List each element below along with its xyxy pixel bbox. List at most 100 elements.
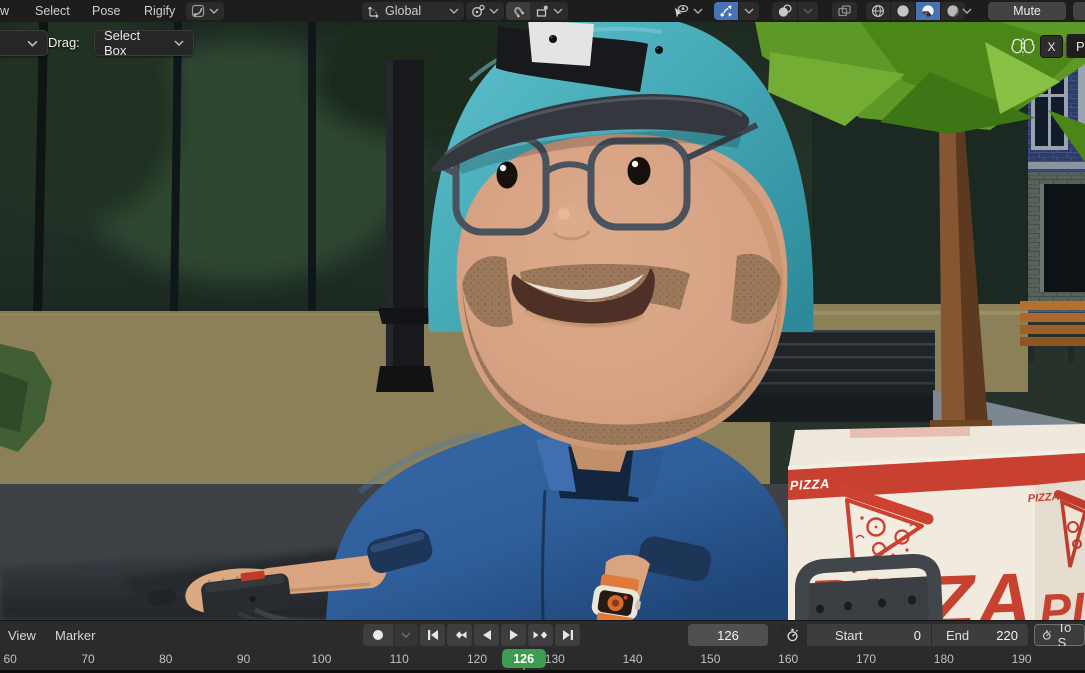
ruler-tick: 180 bbox=[934, 652, 954, 666]
start-label: Start bbox=[835, 628, 862, 643]
viewport-header: w Select Pose Rigify Global bbox=[0, 0, 1085, 22]
orientation-value: Global bbox=[385, 4, 421, 18]
auto-keying-group bbox=[363, 624, 418, 646]
clipped-tos-wrap: To S bbox=[1034, 624, 1085, 646]
show-gizmo-toggle[interactable] bbox=[714, 2, 738, 20]
overlays-group bbox=[772, 2, 818, 20]
mirror-butterfly-icon bbox=[1010, 36, 1036, 58]
frame-range-group: Start 0 End 220 bbox=[778, 624, 1028, 646]
chevron-down-icon bbox=[449, 8, 459, 14]
active-tool-dropdown-clipped[interactable] bbox=[0, 30, 48, 56]
previous-keyframe-button[interactable] bbox=[447, 624, 472, 646]
snap-target-icon bbox=[535, 4, 549, 18]
ruler-tick: 90 bbox=[237, 652, 250, 666]
gizmo-group bbox=[714, 2, 759, 20]
clipped-panel-tab[interactable]: Po bbox=[1066, 34, 1085, 58]
chevron-down-icon bbox=[27, 40, 38, 47]
chevron-down-icon bbox=[209, 8, 219, 14]
play-button[interactable] bbox=[501, 624, 526, 646]
timeline-menu-view[interactable]: View bbox=[8, 624, 36, 646]
timeline-ruler[interactable]: 60708090100110120130140150160170180190 1… bbox=[0, 648, 1085, 673]
chevron-down-icon bbox=[174, 40, 184, 46]
auto-keying-record-button[interactable] bbox=[363, 624, 393, 646]
select-box-value: Select Box bbox=[104, 28, 166, 58]
start-value: 0 bbox=[914, 628, 921, 643]
mute-button[interactable]: Mute bbox=[988, 2, 1066, 20]
jump-to-start-button[interactable] bbox=[420, 624, 445, 646]
clipped-tos-button[interactable]: To S bbox=[1034, 624, 1085, 646]
ruler-tick: 80 bbox=[159, 652, 172, 666]
chevron-down-icon bbox=[744, 8, 754, 14]
pizza-brand-stripe: PIZZA bbox=[789, 476, 830, 493]
record-circle-icon bbox=[372, 629, 384, 641]
ruler-tick: 100 bbox=[311, 652, 331, 666]
playhead-current-frame[interactable]: 126 bbox=[502, 649, 546, 668]
menu-select[interactable]: Select bbox=[33, 2, 72, 20]
snap-toggle[interactable] bbox=[506, 2, 530, 20]
menu-rigify[interactable]: Rigify bbox=[142, 2, 177, 20]
prev-keyframe-icon bbox=[451, 627, 468, 643]
shading-material-preview-button[interactable] bbox=[916, 2, 940, 20]
solid-sphere-icon bbox=[896, 4, 910, 18]
ruler-tick: 160 bbox=[778, 652, 798, 666]
auto-keying-dropdown[interactable] bbox=[394, 624, 418, 646]
blender-window: w Select Pose Rigify Global bbox=[0, 0, 1085, 673]
snapping-group bbox=[506, 2, 568, 20]
ruler-tick: 70 bbox=[81, 652, 94, 666]
rendered-sphere-icon bbox=[946, 4, 960, 18]
gizmo-dropdown[interactable] bbox=[739, 2, 759, 20]
stopwatch-icon bbox=[786, 628, 799, 642]
timeline-menu-marker[interactable]: Marker bbox=[55, 624, 95, 646]
shading-solid-button[interactable] bbox=[891, 2, 915, 20]
select-box-dropdown[interactable]: Select Box bbox=[94, 30, 194, 56]
shading-mode-group bbox=[866, 2, 965, 20]
play-reverse-button[interactable] bbox=[474, 624, 499, 646]
tweak-falloff-dropdown[interactable] bbox=[186, 2, 224, 20]
xray-toggle[interactable] bbox=[832, 2, 857, 20]
snap-settings-dropdown[interactable] bbox=[530, 2, 568, 20]
orientation-axes-icon bbox=[367, 4, 381, 18]
gizmo-icon bbox=[719, 4, 733, 18]
drag-label: Drag: bbox=[48, 35, 80, 50]
pizza-box: PIZZA PIZZA PIZZA PIZZA bbox=[788, 420, 1085, 620]
pivot-point-dropdown[interactable] bbox=[466, 2, 504, 20]
left-eye bbox=[497, 162, 518, 189]
play-reverse-icon bbox=[479, 627, 495, 643]
frame-start-field[interactable]: Start 0 bbox=[806, 624, 931, 646]
right-eye bbox=[628, 157, 651, 185]
chevron-down-icon bbox=[693, 8, 703, 14]
ruler-tick: 190 bbox=[1012, 652, 1032, 666]
next-keyframe-icon bbox=[532, 627, 549, 643]
shading-dropdown[interactable] bbox=[962, 2, 972, 20]
magnet-icon bbox=[511, 4, 525, 18]
view-object-types-dropdown[interactable] bbox=[668, 2, 708, 20]
clipped-panel-label: Po bbox=[1076, 39, 1085, 54]
clipped-tos-label: To S bbox=[1058, 624, 1077, 646]
playback-controls bbox=[420, 624, 580, 646]
chevron-down-icon bbox=[553, 8, 563, 14]
use-preview-range-toggle[interactable] bbox=[778, 624, 806, 646]
chevron-down-icon bbox=[962, 8, 972, 14]
end-value: 220 bbox=[996, 628, 1018, 643]
clipped-right-button[interactable]: U bbox=[1073, 2, 1085, 20]
menu-view-clipped[interactable]: w bbox=[0, 2, 11, 20]
jump-to-end-button[interactable] bbox=[555, 624, 580, 646]
mirror-x-group: X bbox=[1010, 35, 1063, 58]
chevron-down-icon bbox=[803, 8, 813, 14]
ruler-tick: 140 bbox=[623, 652, 643, 666]
ruler-tick: 60 bbox=[4, 652, 17, 666]
menu-pose[interactable]: Pose bbox=[90, 2, 123, 20]
clipped-right-button-wrap: U bbox=[1073, 2, 1085, 20]
mirror-x-toggle[interactable]: X bbox=[1040, 35, 1063, 58]
next-keyframe-button[interactable] bbox=[528, 624, 553, 646]
transform-orientation-dropdown[interactable]: Global bbox=[362, 2, 464, 20]
chevron-down-icon bbox=[401, 632, 411, 638]
show-overlays-toggle[interactable] bbox=[772, 2, 797, 20]
shading-wireframe-button[interactable] bbox=[866, 2, 890, 20]
frame-end-field[interactable]: End 220 bbox=[931, 624, 1028, 646]
current-frame-field[interactable]: 126 bbox=[688, 624, 768, 646]
viewport-3d[interactable]: PIZZA PIZZA PIZZA PIZZA bbox=[0, 22, 1085, 620]
pivot-point-icon bbox=[471, 4, 485, 18]
overlays-dropdown[interactable] bbox=[798, 2, 818, 20]
ruler-tick: 170 bbox=[856, 652, 876, 666]
